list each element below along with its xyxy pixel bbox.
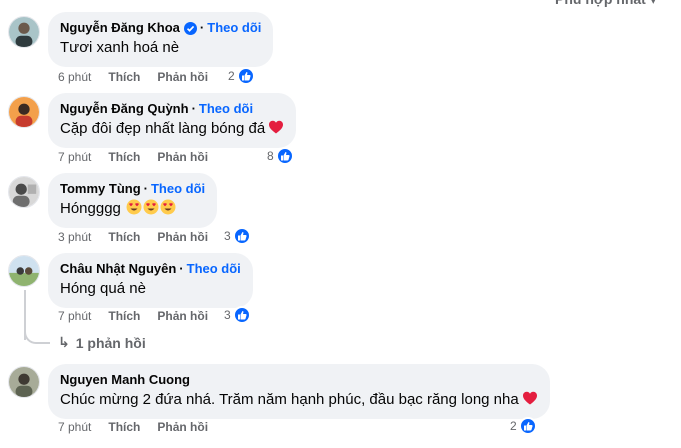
reply-button[interactable]: Phản hồi <box>157 230 208 244</box>
like-button[interactable]: Thích <box>108 420 140 434</box>
timestamp[interactable]: 7 phút <box>58 309 91 323</box>
reply-button[interactable]: Phản hồi <box>157 420 208 434</box>
comment-actions: 7 phút Thích Phản hồi <box>58 420 208 434</box>
comment-text: Chúc mừng 2 đứa nhá. Trăm năm hạnh phúc,… <box>60 390 538 410</box>
thread-connector <box>24 318 50 344</box>
reaction-count: 2 <box>510 419 517 433</box>
timestamp[interactable]: 6 phút <box>58 70 91 84</box>
reaction-count: 3 <box>224 229 231 243</box>
comment-actions: 6 phút Thích Phản hồi <box>58 70 208 84</box>
separator-dot: · <box>143 181 148 196</box>
reaction-count: 8 <box>267 149 274 163</box>
like-button[interactable]: Thích <box>108 150 140 164</box>
author-name[interactable]: Nguyễn Đăng Quỳnh <box>60 101 189 117</box>
comment-actions: 3 phút Thích Phản hồi <box>58 230 208 244</box>
comment-text: Tươi xanh hoá nè <box>60 39 180 56</box>
avatar[interactable] <box>8 255 40 287</box>
reply-arrow-icon: ↳ <box>58 334 70 350</box>
thumbs-up-icon <box>232 227 251 245</box>
avatar[interactable] <box>8 176 40 208</box>
view-replies-link[interactable]: ↳ 1 phản hồi <box>58 334 146 351</box>
thumbs-up-icon <box>275 147 294 165</box>
separator-dot: · <box>179 261 184 276</box>
reply-button[interactable]: Phản hồi <box>157 70 208 84</box>
heart-emoji-icon <box>522 390 538 406</box>
follow-button[interactable]: Theo dõi <box>151 181 205 197</box>
reaction-summary[interactable]: 2 <box>228 67 255 85</box>
comment-bubble: Tommy Tùng · Theo dõi Hóngggg <box>48 173 218 228</box>
author-name[interactable]: Tommy Tùng <box>60 181 141 197</box>
reply-button[interactable]: Phản hồi <box>157 150 208 164</box>
comment-bubble: Nguyen Manh Cuong Chúc mừng 2 đứa nhá. T… <box>48 364 550 419</box>
separator-dot: · <box>199 20 205 35</box>
reaction-summary[interactable]: 3 <box>224 306 251 324</box>
avatar[interactable] <box>8 366 40 398</box>
follow-button[interactable]: Theo dõi <box>187 261 241 277</box>
thumbs-up-icon <box>236 67 255 85</box>
sort-dropdown[interactable]: Phù hợp nhất ▾ <box>555 0 657 8</box>
verified-badge-icon <box>183 21 197 35</box>
comment-bubble: Châu Nhật Nguyên · Theo dõi Hóng quá nè <box>48 253 253 308</box>
heart-eyes-emoji-icon <box>143 199 159 215</box>
timestamp[interactable]: 7 phút <box>58 150 91 164</box>
comment-text: Hóng quá nè <box>60 280 146 297</box>
author-name[interactable]: Nguyễn Đăng Khoa <box>60 20 180 36</box>
timestamp[interactable]: 7 phút <box>58 420 91 434</box>
like-button[interactable]: Thích <box>108 230 140 244</box>
comment-actions: 7 phút Thích Phản hồi <box>58 150 208 164</box>
reaction-summary[interactable]: 8 <box>267 147 294 165</box>
thumbs-up-icon <box>232 306 251 324</box>
reaction-count: 2 <box>228 69 235 83</box>
timestamp[interactable]: 3 phút <box>58 230 91 244</box>
avatar[interactable] <box>8 96 40 128</box>
follow-button[interactable]: Theo dõi <box>199 101 253 117</box>
comment-bubble: Nguyễn Đăng Khoa · Theo dõi Tươi xanh ho… <box>48 12 274 67</box>
like-button[interactable]: Thích <box>108 70 140 84</box>
replies-count-label: 1 phản hồi <box>75 334 146 351</box>
like-button[interactable]: Thích <box>108 309 140 323</box>
follow-button[interactable]: Theo dõi <box>207 20 261 36</box>
heart-eyes-emoji-icon <box>126 199 142 215</box>
comment-text: Cặp đôi đẹp nhất làng bóng đá <box>60 119 284 139</box>
thumbs-up-icon <box>518 417 537 435</box>
author-name[interactable]: Nguyen Manh Cuong <box>60 372 190 388</box>
heart-emoji-icon <box>268 119 284 135</box>
avatar[interactable] <box>8 16 40 48</box>
comment-actions: 7 phút Thích Phản hồi <box>58 309 208 323</box>
reaction-summary[interactable]: 3 <box>224 227 251 245</box>
reaction-count: 3 <box>224 308 231 322</box>
comment-bubble: Nguyễn Đăng Quỳnh · Theo dõi Cặp đôi đẹp… <box>48 93 297 148</box>
reaction-summary[interactable]: 2 <box>510 417 537 435</box>
separator-dot: · <box>191 101 196 116</box>
reply-button[interactable]: Phản hồi <box>157 309 208 323</box>
heart-eyes-emoji-icon <box>160 199 176 215</box>
comment-text: Hóngggg <box>60 199 205 219</box>
author-name[interactable]: Châu Nhật Nguyên <box>60 261 176 277</box>
